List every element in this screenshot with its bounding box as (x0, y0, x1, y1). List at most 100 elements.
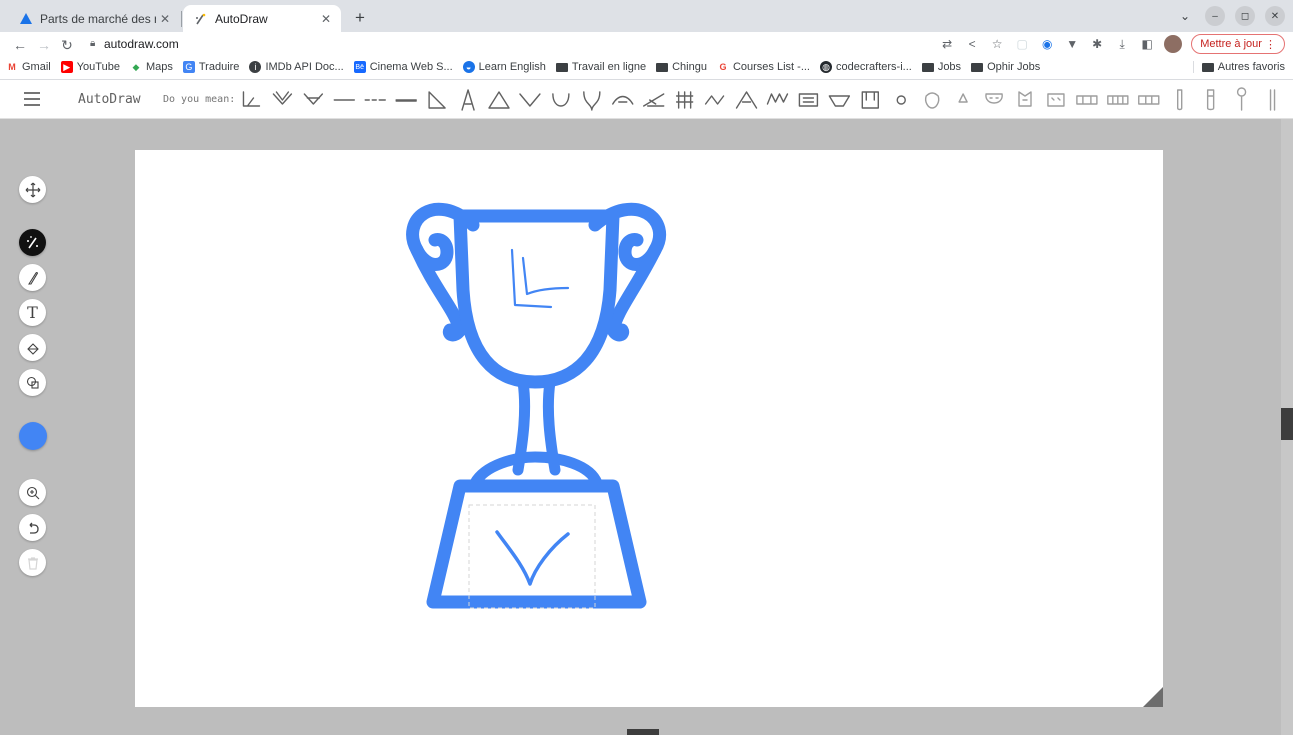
side-panel-icon[interactable]: ◧ (1139, 35, 1155, 53)
bookmark-chingu[interactable]: Chingu (656, 61, 707, 73)
suggestion-thumbnail[interactable] (924, 92, 940, 109)
suggestion-thumbnail[interactable] (612, 95, 634, 105)
download-icon[interactable]: ⤓ (1114, 35, 1130, 53)
close-icon[interactable]: ✕ (321, 12, 331, 26)
zoom-in-icon (26, 486, 39, 499)
close-window-icon[interactable]: ✕ (1265, 6, 1285, 26)
close-icon[interactable]: ✕ (160, 12, 170, 26)
lock-icon[interactable]: 🔒︎ (90, 38, 95, 49)
bookmark-label: Cinema Web S... (369, 61, 453, 73)
update-chrome-button[interactable]: Mettre à jour ⋮ (1191, 34, 1285, 54)
other-bookmarks-label: Autres favoris (1217, 61, 1285, 73)
suggestion-thumbnail[interactable] (1206, 89, 1215, 111)
bookmark-label: Maps (145, 61, 173, 73)
suggestion-thumbnail[interactable] (1107, 95, 1129, 105)
suggestion-thumbnail[interactable] (704, 95, 725, 105)
toolbar-actions: ⇄ < ☆ ▢ ◉ ▼ ✱ ⤓ ◧ Mettre à jour ⋮ (939, 34, 1285, 54)
other-bookmarks[interactable]: Autres favoris (1192, 61, 1285, 73)
zoom-tool[interactable] (19, 479, 46, 506)
suggestion-thumbnail[interactable] (242, 91, 261, 107)
translate-page-icon[interactable]: ⇄ (939, 35, 955, 53)
suggestion-thumbnail[interactable] (552, 93, 570, 107)
star-icon[interactable]: ☆ (989, 35, 1005, 53)
tab-parts-de-marche[interactable]: Parts de marché des navig ✕ (8, 5, 180, 32)
suggestion-thumbnail[interactable] (428, 91, 446, 109)
youtube-icon: ▶ (60, 61, 73, 73)
back-arrow-icon[interactable]: ← (10, 35, 30, 55)
suggestion-thumbnail[interactable] (985, 93, 1003, 104)
pencil-icon (27, 271, 38, 285)
bookmark-travail[interactable]: Travail en ligne (555, 61, 646, 73)
bookmark-courses[interactable]: G Courses List -... (717, 61, 810, 73)
suggestion-thumbnail[interactable] (1236, 87, 1247, 111)
reload-icon[interactable]: ↻ (57, 35, 77, 55)
bookmark-codecrafters[interactable]: ◍ codecrafters-i... (820, 61, 912, 73)
suggestion-thumbnail[interactable] (1076, 95, 1098, 105)
bookmark-imdb[interactable]: i IMDb API Doc... (249, 61, 344, 73)
grammarly-icon[interactable]: ◉ (1039, 35, 1055, 53)
folder-icon (1201, 62, 1214, 72)
autodraw-tool[interactable] (19, 229, 46, 256)
horizontal-scroll-handle[interactable] (627, 729, 659, 735)
bookmark-gmail[interactable]: M Gmail (6, 61, 50, 73)
drawing-canvas[interactable] (135, 150, 1163, 707)
suggestion-thumbnail[interactable] (958, 93, 968, 103)
new-tab-button[interactable]: + (349, 7, 371, 29)
suggestion-thumbnail[interactable] (1177, 89, 1183, 111)
bookmark-cinema[interactable]: Bē Cinema Web S... (353, 61, 453, 73)
menu-icon[interactable] (24, 92, 40, 106)
profile-avatar[interactable] (1164, 35, 1183, 53)
scribble-l (510, 248, 570, 309)
shape-tool[interactable] (19, 369, 46, 396)
trophy-cup (453, 209, 620, 389)
autodraw-header: AutoDraw Do you mean: (0, 81, 1293, 119)
suggestion-thumbnail[interactable] (675, 91, 694, 109)
undo-tool[interactable] (19, 514, 46, 541)
chevron-down-icon[interactable]: ⌄ (1175, 6, 1195, 26)
paint-bucket-icon (26, 342, 39, 355)
move-tool[interactable] (19, 176, 46, 203)
bookmark-maps[interactable]: ◆ Maps (130, 61, 173, 73)
canvas-resize-handle[interactable] (1143, 687, 1163, 707)
minimize-icon[interactable]: – (1205, 6, 1225, 26)
suggestion-thumbnail[interactable] (1018, 91, 1032, 107)
suggestion-thumbnail[interactable] (1047, 93, 1065, 107)
tab-autodraw[interactable]: AutoDraw ✕ (183, 5, 341, 32)
suggestion-thumbnail[interactable] (272, 91, 293, 105)
bookmark-traduire[interactable]: G Traduire (182, 61, 239, 73)
bookmark-youtube[interactable]: ▶ YouTube (60, 61, 120, 73)
suggestion-thumbnail[interactable] (395, 99, 417, 102)
suggestion-thumbnail[interactable] (798, 93, 819, 107)
bookmark-ophir-jobs[interactable]: Ophir Jobs (971, 61, 1040, 73)
url-field[interactable]: autodraw.com (104, 37, 179, 51)
suggestion-thumbnail[interactable] (461, 89, 475, 111)
suggestion-thumbnail[interactable] (1269, 89, 1276, 111)
type-tool[interactable]: T (19, 299, 46, 326)
suggestion-thumbnail[interactable] (828, 95, 851, 107)
share-icon[interactable]: < (964, 35, 980, 53)
suggestion-thumbnail[interactable] (303, 93, 324, 105)
forward-arrow-icon[interactable]: → (34, 35, 54, 55)
suggestion-thumbnail[interactable] (519, 93, 541, 107)
scrollbar-thumb[interactable] (1281, 408, 1293, 440)
suggestion-thumbnail[interactable] (643, 93, 665, 107)
extensions-puzzle-icon[interactable]: ✱ (1089, 35, 1105, 53)
suggestion-thumbnail[interactable] (583, 91, 601, 111)
suggestion-thumbnail[interactable] (735, 91, 758, 109)
selection-box (468, 504, 596, 609)
suggestion-thumbnail[interactable] (861, 91, 879, 109)
fill-tool[interactable] (19, 334, 46, 361)
restore-icon[interactable]: ◻ (1235, 6, 1255, 26)
suggestion-thumbnail[interactable] (1138, 95, 1160, 105)
bookmark-learn-english[interactable]: ◒ Learn English (462, 61, 546, 73)
color-picker[interactable] (19, 422, 47, 450)
bookmark-jobs[interactable]: Jobs (921, 61, 962, 73)
suggestion-thumbnail[interactable] (896, 95, 906, 105)
suggestion-thumbnail[interactable] (766, 93, 789, 105)
suggestion-thumbnail[interactable] (488, 91, 510, 109)
vuejs-devtools-icon[interactable]: ▼ (1064, 35, 1080, 53)
extension-square-icon[interactable]: ▢ (1014, 35, 1030, 53)
delete-tool[interactable] (19, 549, 46, 576)
draw-tool[interactable] (19, 264, 46, 291)
bookmark-label: Jobs (937, 61, 962, 73)
